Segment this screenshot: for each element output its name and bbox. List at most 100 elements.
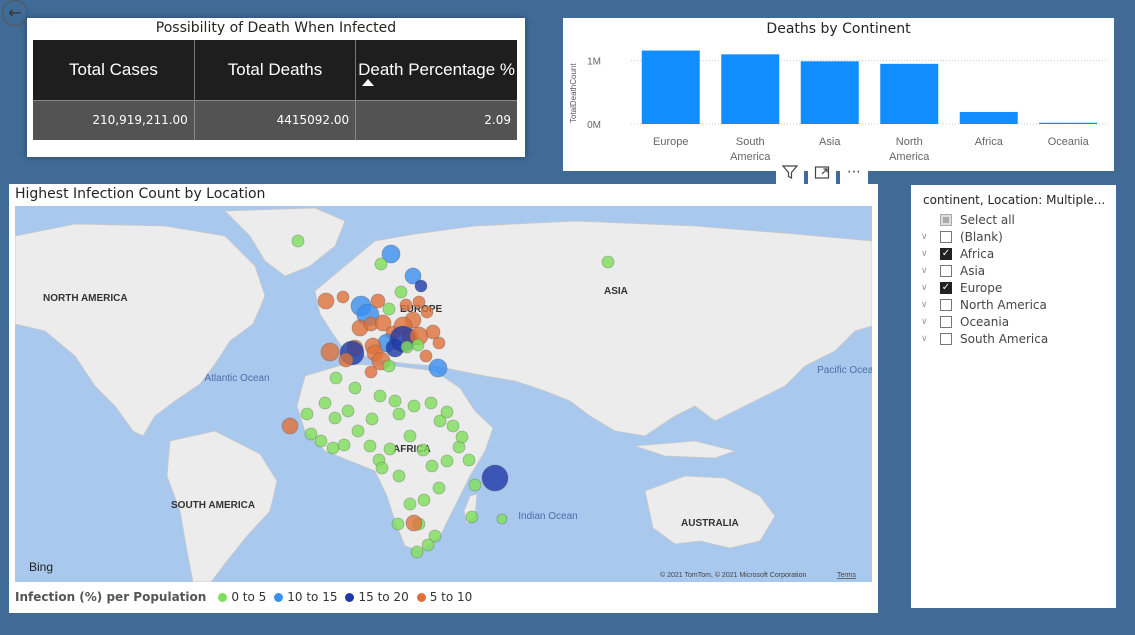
map-bubble[interactable] xyxy=(432,481,446,495)
slicer-item-blank[interactable]: ∨ (Blank) xyxy=(921,228,1048,245)
map-bubble[interactable] xyxy=(481,464,509,492)
map-bubble[interactable] xyxy=(341,404,355,418)
map-bubble[interactable] xyxy=(300,407,314,421)
map-bubble[interactable] xyxy=(424,396,438,410)
bar-asia[interactable] xyxy=(800,61,859,124)
map-bubble[interactable] xyxy=(414,279,428,293)
checkbox[interactable] xyxy=(940,332,952,345)
chevron-down-icon[interactable]: ∨ xyxy=(921,249,935,259)
chevron-down-icon[interactable]: ∨ xyxy=(921,317,935,327)
map-bubble[interactable] xyxy=(440,405,454,419)
map-bubble[interactable] xyxy=(338,352,354,368)
focus-mode-icon[interactable] xyxy=(808,160,836,184)
map-bubble[interactable] xyxy=(365,412,379,426)
map-bubble[interactable] xyxy=(392,407,406,421)
map-bubble[interactable] xyxy=(419,349,433,363)
map-bubble[interactable] xyxy=(601,255,615,269)
bar-europe[interactable] xyxy=(641,50,700,124)
map-bubble[interactable] xyxy=(383,442,397,456)
map-bubble[interactable] xyxy=(399,298,413,312)
map-bubble[interactable] xyxy=(440,454,454,468)
map-bubble[interactable] xyxy=(351,424,365,438)
slicer-item-select-all[interactable]: Select all xyxy=(921,211,1048,228)
slicer-item-south-america[interactable]: ∨ South America xyxy=(921,330,1048,347)
header-death-percentage[interactable]: Death Percentage % xyxy=(355,40,517,100)
map-bubble[interactable] xyxy=(318,396,332,410)
map-bubble[interactable] xyxy=(320,342,340,362)
map-bubble[interactable] xyxy=(400,340,414,354)
map-bubble[interactable] xyxy=(462,453,476,467)
slicer-item-north-america[interactable]: ∨ North America xyxy=(921,296,1048,313)
map-bubble[interactable] xyxy=(348,381,362,395)
map-bubble[interactable] xyxy=(432,336,446,350)
map-bubble[interactable] xyxy=(375,461,389,475)
map-bubble[interactable] xyxy=(391,517,405,531)
map-bubble[interactable] xyxy=(329,371,343,385)
map-bubble[interactable] xyxy=(364,365,378,379)
header-total-cases[interactable]: Total Cases xyxy=(33,40,195,100)
map-bubble[interactable] xyxy=(388,394,402,408)
deaths-by-continent-chart[interactable]: Deaths by Continent TotalDeathCount 0M 1M E… xyxy=(563,18,1114,171)
filter-icon[interactable] xyxy=(776,160,804,184)
map-bubble[interactable] xyxy=(291,234,305,248)
map-bubble[interactable] xyxy=(382,359,396,373)
map-bubble[interactable] xyxy=(416,443,430,457)
terms-link[interactable]: Terms xyxy=(837,572,857,579)
more-options-icon[interactable]: ⋯ xyxy=(840,160,868,184)
map-bubble[interactable] xyxy=(336,290,350,304)
map-bubble[interactable] xyxy=(337,438,351,452)
checkbox[interactable] xyxy=(940,230,952,243)
map-bubble[interactable] xyxy=(363,439,377,453)
chevron-down-icon[interactable]: ∨ xyxy=(921,300,935,310)
checkbox[interactable] xyxy=(940,264,952,277)
chevron-down-icon[interactable]: ∨ xyxy=(921,283,935,293)
chevron-down-icon[interactable]: ∨ xyxy=(921,266,935,276)
map-bubble[interactable] xyxy=(373,389,387,403)
map-bubble[interactable] xyxy=(370,293,386,309)
checkbox[interactable]: ✓ xyxy=(940,247,952,260)
map-bubble[interactable] xyxy=(403,429,417,443)
chevron-down-icon[interactable]: ∨ xyxy=(921,334,935,344)
map-bubble[interactable] xyxy=(411,338,425,352)
map-bubble[interactable] xyxy=(425,459,439,473)
map-bubble[interactable] xyxy=(403,497,417,511)
map-bubble[interactable] xyxy=(394,285,408,299)
map-bubble[interactable] xyxy=(420,305,434,319)
map-bubble[interactable] xyxy=(317,292,335,310)
bar-africa[interactable] xyxy=(959,111,1018,124)
map-bubble[interactable] xyxy=(326,441,340,455)
map-bubble[interactable] xyxy=(428,358,448,378)
checkbox[interactable] xyxy=(940,213,952,226)
chevron-down-icon[interactable]: ∨ xyxy=(921,232,935,242)
checkbox[interactable] xyxy=(940,298,952,311)
map-bubble[interactable] xyxy=(407,399,421,413)
map-bubble[interactable] xyxy=(468,478,482,492)
slicer-item-asia[interactable]: ∨ Asia xyxy=(921,262,1048,279)
map-bubble[interactable] xyxy=(328,411,342,425)
slicer-item-europe[interactable]: ∨ ✓ Europe xyxy=(921,279,1048,296)
header-total-deaths[interactable]: Total Deaths xyxy=(194,40,357,100)
slicer-item-oceania[interactable]: ∨ Oceania xyxy=(921,313,1048,330)
map-bubble[interactable] xyxy=(417,493,431,507)
map-bubble[interactable] xyxy=(281,417,299,435)
bar-south-america[interactable] xyxy=(721,54,780,125)
map-bubble[interactable] xyxy=(382,302,396,316)
back-arrow-icon[interactable]: ← xyxy=(2,0,28,26)
bar-oceania[interactable] xyxy=(1039,122,1098,124)
map-bubble[interactable] xyxy=(374,257,388,271)
map-bubble[interactable] xyxy=(405,514,423,532)
map-bubble[interactable] xyxy=(455,430,469,444)
map-bubble[interactable] xyxy=(412,295,426,309)
bar-north-america[interactable] xyxy=(880,63,939,124)
slicer-item-africa[interactable]: ∨ ✓ Africa xyxy=(921,245,1048,262)
map-bubble[interactable] xyxy=(392,469,406,483)
map-bubble[interactable] xyxy=(465,510,479,524)
checkbox[interactable] xyxy=(940,315,952,328)
map-bubble[interactable] xyxy=(314,434,328,448)
map-bubble[interactable] xyxy=(496,513,508,525)
world-map[interactable]: NORTH AMERICA SOUTH AMERICA EUROPE ASIA … xyxy=(15,206,872,582)
map-bubble[interactable] xyxy=(304,427,318,441)
map-bubble[interactable] xyxy=(446,419,460,433)
checkbox[interactable]: ✓ xyxy=(940,281,952,294)
map-bubble[interactable] xyxy=(410,545,424,559)
